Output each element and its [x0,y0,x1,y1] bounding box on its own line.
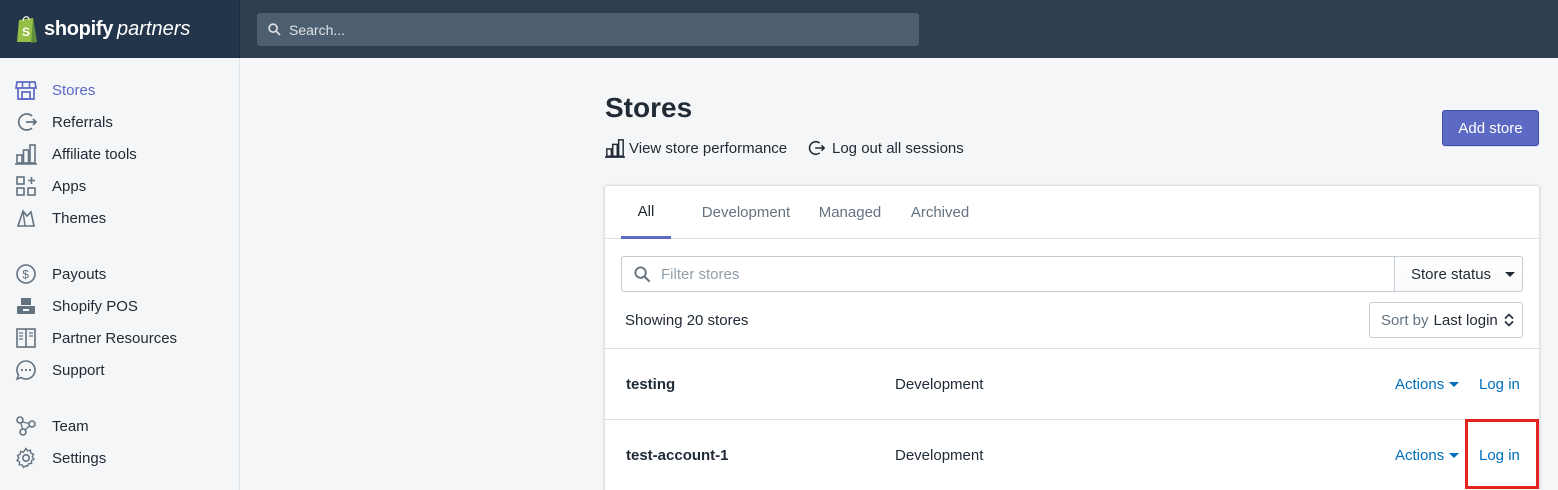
sidebar-item-label: Affiliate tools [52,145,137,163]
log-in-link[interactable]: Log in [1479,349,1520,420]
actions-dropdown[interactable]: Actions [1395,349,1460,420]
caret-down-icon [1505,271,1516,277]
caret-down-icon [1449,453,1460,458]
search-input[interactable]: Search... [257,13,919,46]
sidebar-item-team[interactable]: Team [0,410,239,442]
tab-archived[interactable]: Archived [904,186,976,239]
store-type: Development [895,447,984,464]
sidebar-item-referrals[interactable]: Referrals [0,106,239,138]
sidebar-item-label: Settings [52,449,107,467]
sort-value: Last login [1433,311,1498,329]
add-store-button[interactable]: Add store [1442,110,1539,146]
search-placeholder: Search... [289,21,346,38]
sidebar-item-label: Apps [52,177,87,195]
view-store-performance-label: View store performance [629,139,788,157]
search-icon [634,265,651,282]
sidebar-item-settings[interactable]: Settings [0,442,239,474]
stores-card: All Development Managed Archived Filter … [604,185,1540,490]
store-status-dropdown[interactable]: Store status [1394,256,1523,292]
referral-icon [15,111,37,133]
top-bar: S shopify partners Search... [0,0,1558,58]
chat-icon [15,359,37,381]
sidebar-item-shopify-pos[interactable]: Shopify POS [0,290,239,322]
dollar-icon: $ [15,263,37,285]
sidebar: Stores Referrals Affiliate tools Apps Th… [0,58,240,490]
team-icon [15,415,37,437]
brand-name: shopify [44,17,114,40]
logout-icon [808,140,826,156]
sort-arrows-icon [1504,313,1514,327]
filter-stores-input[interactable]: Filter stores [621,256,1395,292]
sidebar-item-apps[interactable]: Apps [0,170,239,202]
store-icon [15,79,37,101]
sidebar-item-label: Stores [52,81,96,99]
shopify-bag-icon: S [17,16,37,43]
sidebar-item-label: Themes [52,209,107,227]
analytics-icon [605,139,625,158]
sidebar-item-payouts[interactable]: $ Payouts [0,258,239,290]
sidebar-item-label: Support [52,361,105,379]
sort-select[interactable]: Sort by Last login [1369,302,1523,338]
brand-logo-area[interactable]: S shopify partners [0,0,240,58]
sidebar-item-label: Referrals [52,113,113,131]
showing-count: Showing 20 stores [625,312,749,329]
sidebar-item-label: Partner Resources [52,329,178,347]
store-name[interactable]: testing [626,349,675,420]
actions-label: Actions [1395,376,1445,393]
sidebar-item-support[interactable]: Support [0,354,239,386]
actions-label: Actions [1395,447,1445,464]
log-out-all-sessions-label: Log out all sessions [832,139,964,157]
store-tabs: All Development Managed Archived [605,186,1539,239]
sort-prefix: Sort by [1381,311,1429,329]
log-out-all-sessions-link[interactable]: Log out all sessions [808,137,964,159]
gear-icon [15,447,37,469]
brand-sub: partners [117,17,191,40]
sidebar-item-themes[interactable]: Themes [0,202,239,234]
log-in-link[interactable]: Log in [1479,420,1520,490]
apps-icon [15,175,37,197]
table-row: test-account-1 Development Actions Log i… [605,419,1539,490]
svg-text:$: $ [22,268,29,282]
page-title: Stores [605,92,693,123]
tab-development[interactable]: Development [689,186,803,239]
store-name[interactable]: test-account-1 [626,420,729,490]
store-type: Development [895,376,984,393]
caret-down-icon [1449,382,1460,387]
book-icon [15,327,37,349]
sidebar-item-partner-resources[interactable]: Partner Resources [0,322,239,354]
view-store-performance-link[interactable]: View store performance [605,137,787,159]
sidebar-item-affiliate-tools[interactable]: Affiliate tools [0,138,239,170]
analytics-icon [15,143,37,165]
actions-dropdown[interactable]: Actions [1395,420,1460,490]
search-icon [268,23,281,36]
sidebar-item-stores[interactable]: Stores [0,74,239,106]
sidebar-item-label: Payouts [52,265,107,283]
themes-icon [15,207,37,229]
store-status-label: Store status [1411,265,1492,283]
sidebar-item-label: Shopify POS [52,297,138,315]
pos-icon [15,295,37,317]
table-row: testing Development Actions Log in [605,348,1539,419]
svg-text:S: S [22,25,30,39]
sidebar-item-label: Team [52,417,89,435]
filter-stores-placeholder: Filter stores [661,265,740,283]
tab-all[interactable]: All [621,186,671,239]
tab-managed[interactable]: Managed [812,186,888,239]
